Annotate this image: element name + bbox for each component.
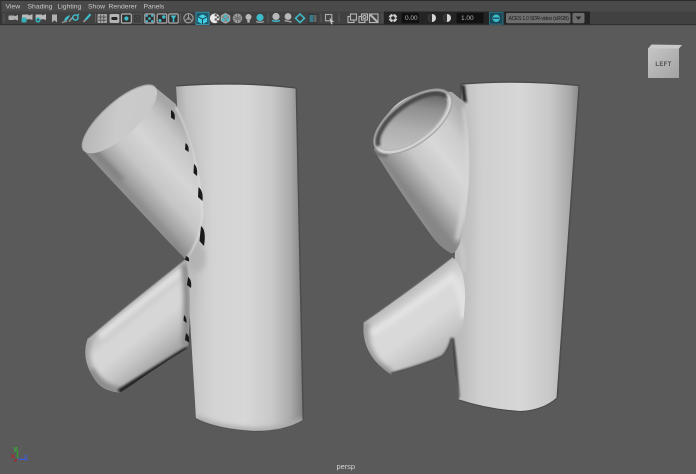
svg-text:x: x — [11, 453, 15, 460]
svg-text:0.00: 0.00 — [405, 15, 418, 22]
svg-text:1.00: 1.00 — [461, 15, 474, 22]
svg-text:persp: persp — [337, 462, 356, 471]
svg-text:ACES 1.0 SDR-video (sRGB): ACES 1.0 SDR-video (sRGB) — [509, 16, 570, 22]
svg-text:Renderer: Renderer — [109, 4, 138, 11]
svg-text:Panels: Panels — [144, 4, 165, 11]
svg-text:Lighting: Lighting — [58, 4, 82, 11]
svg-text:View: View — [6, 4, 21, 11]
svg-text:Show: Show — [88, 4, 105, 11]
svg-text:LEFT: LEFT — [655, 62, 671, 68]
svg-text:y: y — [14, 446, 18, 453]
svg-text:Shading: Shading — [28, 4, 53, 11]
